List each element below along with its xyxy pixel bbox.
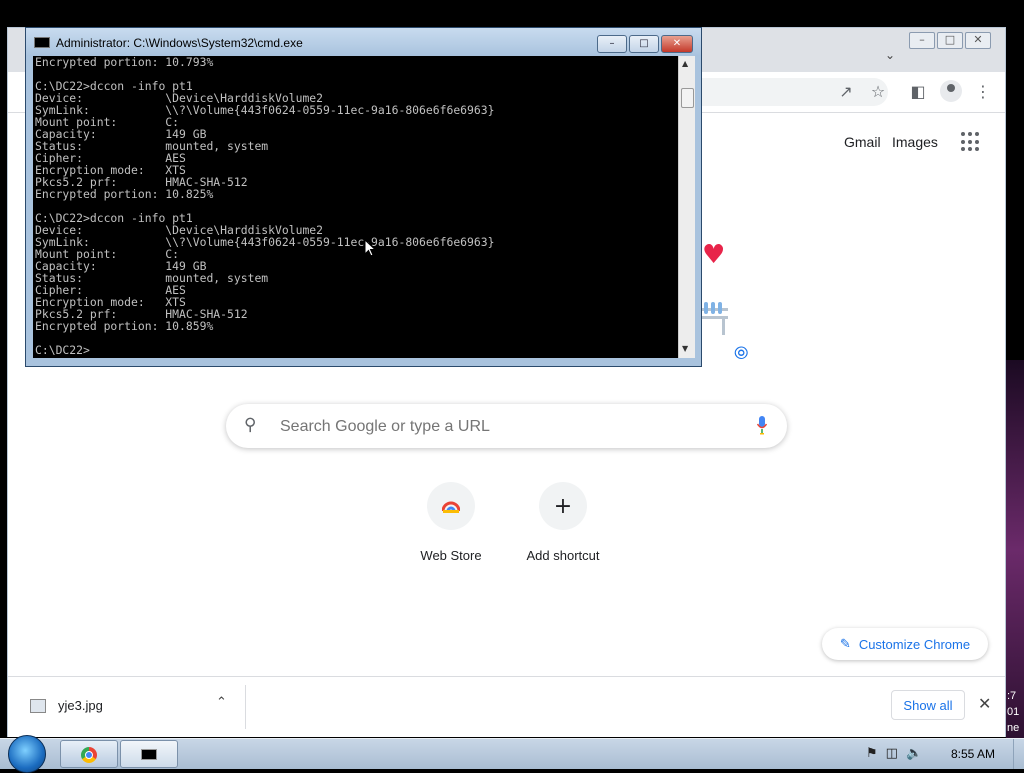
downloads-bar: yje3.jpg ⌃ Show all ✕ [8, 676, 1005, 737]
chevron-up-icon[interactable]: ⌃ [216, 695, 227, 710]
doodle-share-icon[interactable]: ⦾ [734, 343, 748, 364]
profile-avatar[interactable] [940, 80, 962, 102]
cmd-window-controls: – □ ✕ [597, 35, 693, 53]
download-file-name[interactable]: yje3.jpg [58, 698, 103, 713]
action-center-flag-icon[interactable]: ⚑ [866, 746, 878, 761]
cmd-window: Administrator: C:\Windows\System32\cmd.e… [25, 27, 702, 367]
voice-search-icon[interactable] [757, 416, 767, 436]
scrollbar-thumb[interactable] [681, 88, 694, 108]
start-button[interactable] [8, 735, 46, 773]
close-button[interactable]: ✕ [661, 35, 693, 53]
taskbar-chrome-button[interactable] [60, 740, 118, 768]
search-icon: ⚲ [244, 415, 257, 435]
search-input[interactable] [278, 414, 722, 440]
minimize-button[interactable]: – [909, 32, 935, 49]
taskbar: ⚑ ◫ 🔈 8:55 AM [0, 735, 1024, 773]
show-desktop-button[interactable] [1013, 739, 1024, 769]
vertical-scrollbar[interactable]: ▲ ▼ [678, 56, 695, 358]
console-text: Encrypted portion: 10.793% C:\DC22>dccon… [35, 56, 495, 357]
shortcut-add[interactable]: + Add shortcut [508, 482, 618, 563]
customize-chrome-button[interactable]: ✎ Customize Chrome [822, 628, 988, 660]
maximize-button[interactable]: □ [629, 35, 659, 53]
cmd-icon [34, 37, 50, 48]
desktop-wallpaper [1006, 360, 1024, 740]
cmd-title: Administrator: C:\Windows\System32\cmd.e… [56, 36, 303, 50]
image-file-icon [30, 699, 46, 713]
volume-icon[interactable]: 🔈 [906, 746, 922, 761]
taskbar-cmd-button[interactable] [120, 740, 178, 768]
cmd-icon [141, 749, 157, 760]
system-tray: ⚑ ◫ 🔈 [866, 746, 922, 761]
scroll-up-icon[interactable]: ▲ [682, 59, 688, 68]
tab-search-chevron-icon[interactable]: ⌄ [885, 48, 895, 62]
divider [245, 685, 246, 729]
plus-icon: + [539, 482, 587, 530]
cmd-titlebar[interactable]: Administrator: C:\Windows\System32\cmd.e… [26, 28, 701, 56]
kebab-menu-icon[interactable]: ⋮ [973, 82, 993, 102]
pencil-icon: ✎ [839, 636, 851, 651]
customize-chrome-label: Customize Chrome [858, 636, 971, 652]
close-downloads-icon[interactable]: ✕ [978, 694, 991, 713]
address-bar[interactable] [698, 78, 888, 106]
gmail-link[interactable]: Gmail [844, 134, 881, 150]
shortcut-web-store[interactable]: Web Store [396, 482, 506, 563]
webstore-icon [427, 482, 475, 530]
scroll-down-icon[interactable]: ▼ [682, 344, 688, 353]
chrome-icon [81, 747, 97, 763]
images-link[interactable]: Images [892, 134, 938, 150]
shortcut-label: Web Store [420, 548, 482, 563]
minimize-button[interactable]: – [597, 35, 627, 53]
shortcut-label: Add shortcut [526, 548, 600, 563]
share-icon[interactable]: ↗ [836, 82, 856, 102]
maximize-button[interactable]: □ [937, 32, 963, 49]
search-box[interactable]: ⚲ [226, 404, 787, 448]
doodle-heart-icon[interactable]: ♥ [702, 240, 725, 270]
show-all-button[interactable]: Show all [891, 690, 965, 720]
desktop-gadget-text: :7 01 ne [1007, 690, 1020, 734]
mouse-cursor-icon [364, 239, 376, 257]
side-panel-icon[interactable]: ◧ [908, 82, 928, 102]
chrome-window-controls: – □ ✕ [909, 32, 991, 49]
bookmark-star-icon[interactable]: ☆ [868, 82, 888, 102]
doodle-test-tubes-icon[interactable] [700, 302, 730, 338]
close-button[interactable]: ✕ [965, 32, 991, 49]
taskbar-clock[interactable]: 8:55 AM [951, 747, 995, 761]
console-output[interactable]: Encrypted portion: 10.793% C:\DC22>dccon… [33, 56, 678, 358]
google-apps-icon[interactable] [961, 132, 981, 152]
network-icon[interactable]: ◫ [886, 746, 898, 761]
